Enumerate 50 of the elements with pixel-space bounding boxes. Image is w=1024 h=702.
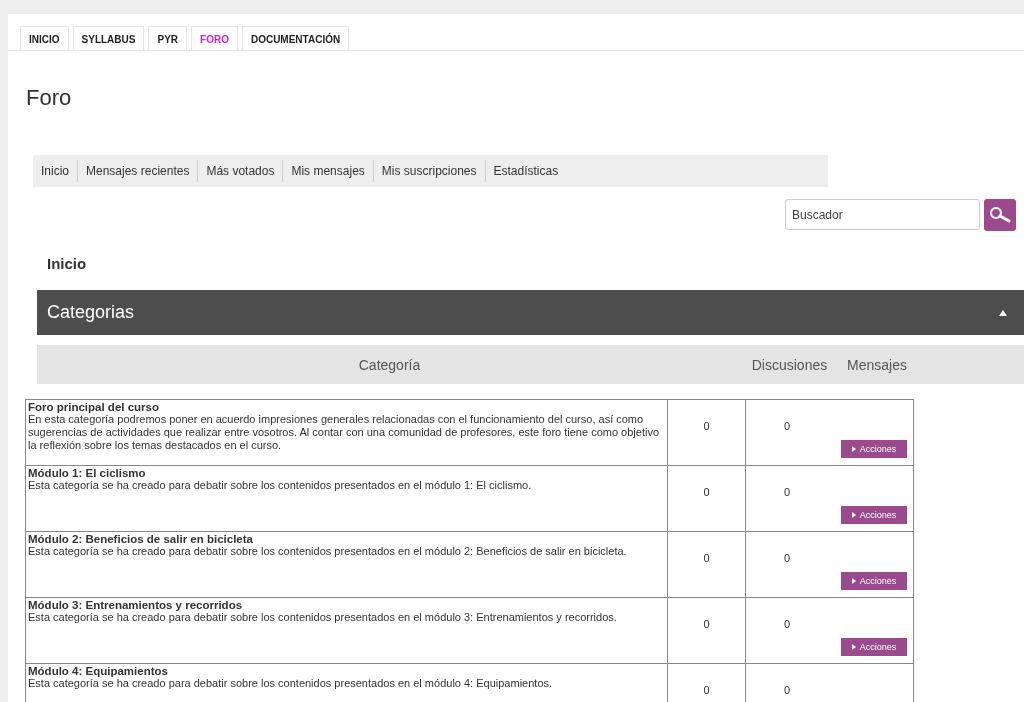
nav-link[interactable]: Inicio: [41, 164, 69, 178]
nav-link[interactable]: Más votados: [206, 164, 275, 178]
table-cell: 0: [784, 684, 791, 696]
caret-icon: [851, 644, 856, 650]
category-title[interactable]: Módulo 3: Entrenamientos y recorridos: [28, 599, 665, 611]
column-header: Discusiones: [750, 356, 829, 373]
table-cell: 0: [784, 552, 791, 564]
search-button[interactable]: [984, 199, 1016, 231]
category-title[interactable]: Módulo 4: Equipamientos: [28, 665, 665, 677]
table-cell: 0: [784, 486, 791, 498]
caret-icon: [851, 512, 856, 518]
actions-button[interactable]: Acciones: [841, 440, 907, 458]
breadcrumb: Inicio: [47, 255, 88, 272]
column-header: Categoría: [357, 356, 422, 373]
actions-button[interactable]: Acciones: [841, 506, 907, 524]
section-title: Categorias: [47, 302, 135, 323]
tab[interactable]: SYLLABUS: [72, 26, 145, 50]
collapse-icon[interactable]: [998, 308, 1008, 317]
tab[interactable]: PYR: [148, 26, 188, 50]
actions-button[interactable]: Acciones: [841, 572, 907, 590]
column-header: Mensajes: [846, 356, 908, 373]
caret-icon: [851, 578, 856, 584]
nav-link[interactable]: Mensajes recientes: [86, 164, 190, 178]
table-cell: 0: [703, 684, 710, 696]
nav-link[interactable]: Estadísticas: [493, 164, 559, 178]
category-description: En esta categoría podremos poner en acuerdo impresiones generales relacionadas con el funcionamiento del curso, así como sugerencias de actividades que realizar entre vosotros. Al contar con una comunidad de profesores, este foro tiene como objetivo la reflexión sobre los temas destacados en el curso.: [28, 413, 661, 452]
actions-button[interactable]: Acciones: [841, 638, 907, 656]
table-cell: 0: [784, 420, 791, 432]
category-description: Esta categoría se ha creado para debatir sobre los contenidos presentados en el módulo 3: Entrenamientos y recorridos.: [28, 611, 618, 624]
search-field[interactable]: Buscador: [785, 199, 980, 230]
category-title[interactable]: Foro principal del curso: [28, 401, 665, 413]
page-title: Foro: [26, 85, 73, 111]
category-description: Esta categoría se ha creado para debatir sobre los contenidos presentados en el módulo 2: Beneficios de salir en bicicleta.: [28, 545, 628, 558]
nav-link[interactable]: Mis mensajes: [291, 164, 365, 178]
category-description: Esta categoría se ha creado para debatir sobre los contenidos presentados en el módulo 1: El ciclismo.: [28, 479, 533, 492]
category-title[interactable]: Módulo 2: Beneficios de salir en bicicleta: [28, 533, 665, 545]
caret-icon: [851, 446, 856, 452]
tab[interactable]: DOCUMENTACIÓN: [241, 26, 350, 50]
nav-link[interactable]: Mis suscripciones: [381, 164, 477, 178]
table-cell: 0: [703, 420, 710, 432]
category-description: Esta categoría se ha creado para debatir sobre los contenidos presentados en el módulo 4: Equipamientos.: [28, 677, 554, 690]
table-cell: 0: [784, 618, 791, 630]
category-title[interactable]: Módulo 1: El ciclismo: [28, 467, 665, 479]
section-header[interactable]: Categorias: [37, 290, 1024, 335]
search-icon: [989, 206, 1011, 224]
table-cell: 0: [703, 552, 710, 564]
table-cell: 0: [703, 486, 710, 498]
tab[interactable]: FORO: [191, 26, 238, 50]
tab[interactable]: INICIO: [20, 26, 69, 50]
table-cell: 0: [703, 618, 710, 630]
